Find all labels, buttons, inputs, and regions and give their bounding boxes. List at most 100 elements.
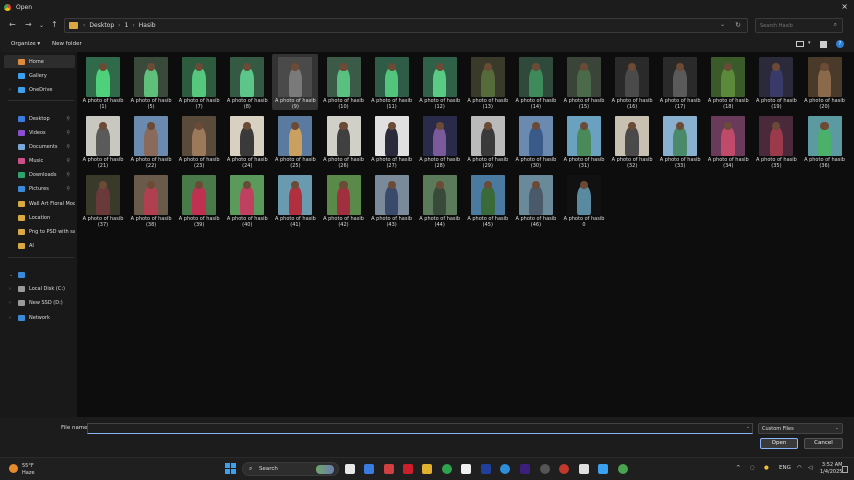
capcut-icon[interactable] — [461, 464, 471, 474]
chevron-right-icon[interactable]: › — [9, 286, 11, 292]
sidebar-item-downloads[interactable]: Downloads ⚲ — [0, 168, 75, 181]
app-icon[interactable] — [579, 464, 589, 474]
sidebar-item-onedrive[interactable]: › OneDrive — [0, 83, 75, 96]
file-item[interactable]: A photo of hasib (29) — [465, 113, 511, 169]
file-item[interactable]: A photo of hasib (22) — [128, 113, 174, 169]
sidebar-item-ai[interactable]: AI — [0, 239, 75, 252]
chevron-down-icon[interactable]: ⌄ — [9, 272, 13, 278]
chevron-right-icon[interactable]: › — [9, 300, 11, 306]
acrobat-icon[interactable] — [403, 464, 413, 474]
microphone-icon[interactable]: ● — [764, 465, 769, 471]
file-item[interactable]: A photo of hasib (32) — [609, 113, 655, 169]
search-box[interactable]: ⌕ — [755, 18, 843, 33]
sidebar-item-local-disk-c[interactable]: › Local Disk (C:) — [0, 282, 75, 295]
chevron-right-icon[interactable]: › — [9, 315, 11, 321]
chrome-active-icon[interactable] — [618, 464, 628, 474]
file-item[interactable]: A photo of hasib (9) — [272, 54, 319, 110]
file-item[interactable]: A photo of hasib (35) — [753, 113, 799, 169]
clock[interactable]: 3:52 AM 1/4/2025 — [820, 462, 842, 476]
file-item[interactable]: A photo of hasib (18) — [705, 54, 751, 110]
edge-icon[interactable] — [500, 464, 510, 474]
file-item[interactable]: A photo of hasib (24) — [224, 113, 270, 169]
help-icon[interactable]: ? — [836, 40, 844, 48]
up-arrow-icon[interactable]: ↑ — [51, 20, 58, 29]
sidebar-item-png-to-psd-with-sa[interactable]: Png to PSD with sa — [0, 225, 75, 238]
file-item[interactable]: A photo of hasib (31) — [561, 113, 607, 169]
file-item[interactable]: A photo of hasib (1) — [80, 54, 126, 110]
sidebar-item-wall-art-floral-moc[interactable]: Wall Art Floral Moc — [0, 197, 75, 210]
file-item[interactable]: A photo of hasib (21) — [80, 113, 126, 169]
file-item[interactable]: A photo of hasib (39) — [176, 172, 222, 228]
organize-button[interactable]: Organize ▾ — [11, 41, 40, 47]
preview-pane-icon[interactable] — [820, 41, 827, 48]
file-item[interactable]: A photo of hasib (17) — [657, 54, 703, 110]
file-item[interactable]: A photo of hasib (46) — [513, 172, 559, 228]
recent-locations-chevron-icon[interactable]: ⌄ — [39, 22, 44, 29]
file-explorer-icon[interactable] — [422, 464, 432, 474]
file-item[interactable]: A photo of hasib (33) — [657, 113, 703, 169]
file-name-dropdown-chevron-icon[interactable]: ⌄ — [746, 424, 750, 430]
settings-gear-icon[interactable] — [540, 464, 550, 474]
file-item[interactable]: A photo of hasib (7) — [176, 54, 222, 110]
file-item[interactable]: A photo of hasib (10) — [321, 54, 367, 110]
file-item[interactable]: A photo of hasib (28) — [417, 113, 463, 169]
file-item[interactable]: A photo of hasib (38) — [128, 172, 174, 228]
sidebar-item-new-ssd-d[interactable]: › New SSD (D:) — [0, 296, 75, 309]
chevron-right-icon[interactable]: › — [9, 87, 11, 93]
wifi-icon[interactable]: ◠ — [797, 465, 802, 471]
new-folder-button[interactable]: New folder — [52, 41, 82, 47]
task-view-icon[interactable] — [345, 464, 355, 474]
volume-icon[interactable]: ◁ — [808, 465, 812, 471]
file-item[interactable]: A photo of hasib (36) — [802, 113, 848, 169]
breadcrumb-hasib[interactable]: Hasib — [139, 22, 156, 29]
search-input[interactable] — [760, 21, 830, 31]
file-item[interactable]: A photo of hasib (11) — [369, 54, 415, 110]
sidebar-item-videos[interactable]: Videos ⚲ — [0, 126, 75, 139]
sidebar-item-gallery[interactable]: Gallery — [0, 69, 75, 82]
file-item[interactable]: A photo of hasib 0 — [561, 172, 607, 228]
photoshop-icon[interactable] — [481, 464, 491, 474]
open-button[interactable]: Open — [760, 438, 798, 449]
address-dropdown-chevron-icon[interactable]: ⌄ — [720, 21, 725, 28]
file-item[interactable]: A photo of hasib (30) — [513, 113, 559, 169]
close-icon[interactable]: × — [841, 2, 848, 11]
language-indicator[interactable]: ENG — [779, 465, 791, 471]
cancel-button[interactable]: Cancel — [804, 438, 843, 449]
file-item[interactable]: A photo of hasib (41) — [272, 172, 318, 228]
sidebar-item-documents[interactable]: Documents ⚲ — [0, 140, 75, 153]
breadcrumb-1[interactable]: 1 — [125, 22, 129, 29]
file-item[interactable]: A photo of hasib (5) — [128, 54, 174, 110]
file-item[interactable]: A photo of hasib (12) — [417, 54, 463, 110]
app-icon[interactable] — [598, 464, 608, 474]
sidebar-item-location[interactable]: Location — [0, 211, 75, 224]
file-item[interactable]: A photo of hasib (19) — [753, 54, 799, 110]
file-item[interactable]: A photo of hasib (43) — [369, 172, 415, 228]
file-item[interactable]: A photo of hasib (42) — [321, 172, 367, 228]
file-item[interactable]: A photo of hasib (23) — [176, 113, 222, 169]
taskbar-search[interactable]: ⌕ Search — [242, 462, 339, 476]
file-item[interactable]: A photo of hasib (14) — [513, 54, 559, 110]
file-item[interactable]: A photo of hasib (8) — [224, 54, 270, 110]
back-arrow-icon[interactable]: ← — [9, 20, 16, 29]
file-item[interactable]: A photo of hasib (26) — [321, 113, 367, 169]
file-item[interactable]: A photo of hasib (37) — [80, 172, 126, 228]
file-item[interactable]: A photo of hasib (34) — [705, 113, 751, 169]
file-item[interactable]: A photo of hasib (16) — [609, 54, 655, 110]
sidebar-item-this-pc[interactable]: ⌄ — [0, 268, 75, 281]
file-name-input[interactable] — [87, 423, 753, 434]
file-item[interactable]: A photo of hasib (25) — [272, 113, 318, 169]
app-icon[interactable] — [384, 464, 394, 474]
refresh-icon[interactable]: ↻ — [735, 21, 741, 29]
network-status-icon[interactable]: ◌ — [750, 465, 755, 471]
breadcrumb-desktop[interactable]: Desktop — [89, 22, 114, 29]
show-hidden-icons-icon[interactable]: ^ — [736, 465, 741, 471]
sidebar-item-network[interactable]: › Network — [0, 311, 75, 324]
start-button-icon[interactable] — [225, 463, 236, 474]
chrome-icon[interactable] — [442, 464, 452, 474]
file-item[interactable]: A photo of hasib (40) — [224, 172, 270, 228]
sidebar-item-pictures[interactable]: Pictures ⚲ — [0, 182, 75, 195]
file-item[interactable]: A photo of hasib (27) — [369, 113, 415, 169]
file-item[interactable]: A photo of hasib (44) — [417, 172, 463, 228]
copilot-icon[interactable] — [364, 464, 374, 474]
view-options-icon[interactable] — [796, 41, 804, 47]
